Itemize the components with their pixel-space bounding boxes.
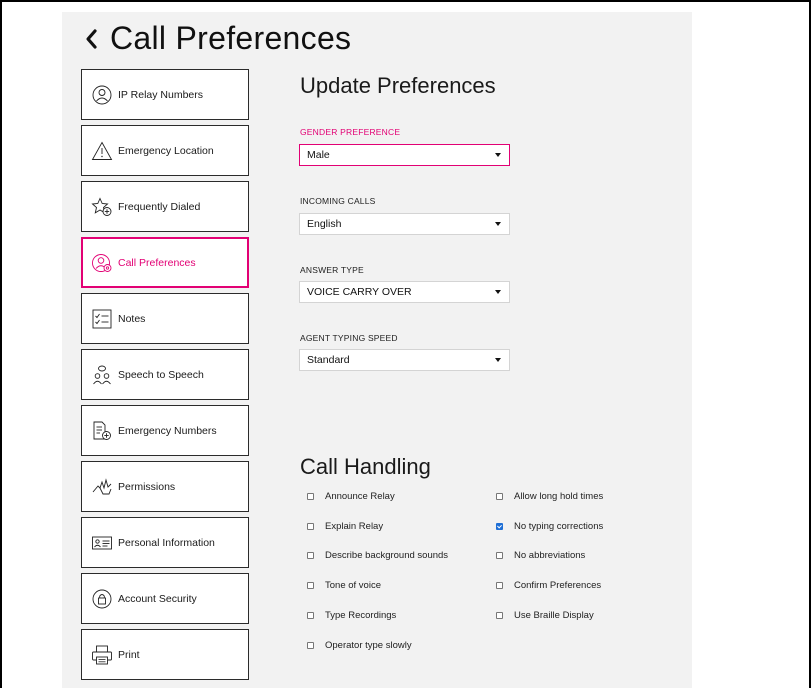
sidebar-item-speech-to-speech[interactable]: Speech to Speech — [81, 349, 249, 400]
checkbox-box[interactable] — [307, 612, 314, 619]
describe-background-sounds-checkbox[interactable]: Describe background sounds — [307, 550, 448, 561]
select-value: English — [307, 218, 342, 230]
checkbox-box[interactable] — [496, 612, 503, 619]
checkbox-label: Describe background sounds — [325, 550, 449, 561]
person-circle-icon — [91, 84, 113, 106]
chevron-down-icon — [495, 222, 501, 226]
gender-preference-select[interactable]: Male — [299, 144, 510, 166]
printer-icon — [91, 644, 113, 666]
call-handling-heading: Call Handling — [300, 454, 431, 479]
lock-circle-icon — [91, 588, 113, 610]
incoming-calls-select[interactable]: English — [299, 213, 510, 235]
no-typing-corrections-checkbox[interactable]: No typing corrections — [496, 521, 603, 532]
checklist-icon — [91, 308, 113, 330]
agent-typing-speed-label: AGENT TYPING SPEED — [300, 333, 398, 343]
chevron-down-icon — [495, 290, 501, 294]
incoming-calls-label: INCOMING CALLS — [300, 196, 376, 206]
select-value: Standard — [307, 354, 350, 366]
answer-type-label: ANSWER TYPE — [300, 265, 364, 275]
checkbox-box-checked[interactable] — [496, 523, 503, 530]
checkbox-label: Confirm Preferences — [514, 580, 602, 591]
checkbox-label: Type Recordings — [325, 610, 397, 621]
chevron-down-icon — [495, 358, 501, 362]
gender-preference-label: GENDER PREFERENCE — [300, 127, 401, 137]
checkbox-label: Allow long hold times — [514, 491, 604, 502]
agent-typing-speed-select[interactable]: Standard — [299, 349, 510, 371]
checkbox-label: No abbreviations — [514, 550, 586, 561]
confirm-preferences-checkbox[interactable]: Confirm Preferences — [496, 580, 601, 591]
operator-type-slowly-checkbox[interactable]: Operator type slowly — [307, 640, 412, 651]
checkbox-box[interactable] — [307, 493, 314, 500]
sidebar-item-notes[interactable]: Notes — [81, 293, 249, 344]
checkbox-label: Use Braille Display — [514, 610, 594, 621]
sidebar-item-call-preferences[interactable]: Call Preferences — [81, 237, 249, 288]
id-card-icon — [91, 532, 113, 554]
sidebar-item-account-security[interactable]: Account Security — [81, 573, 249, 624]
sidebar-item-label: Speech to Speech — [118, 368, 204, 381]
type-recordings-checkbox[interactable]: Type Recordings — [307, 610, 396, 621]
checkbox-box[interactable] — [307, 552, 314, 559]
checkbox-box[interactable] — [307, 642, 314, 649]
sidebar-item-label: IP Relay Numbers — [118, 88, 204, 101]
chevron-down-icon — [495, 153, 501, 157]
checkbox-label: Announce Relay — [325, 491, 395, 502]
allow-long-hold-times-checkbox[interactable]: Allow long hold times — [496, 491, 603, 502]
answer-type-select[interactable]: VOICE CARRY OVER — [299, 281, 510, 303]
use-braille-display-checkbox[interactable]: Use Braille Display — [496, 610, 594, 621]
warning-triangle-icon — [91, 140, 113, 162]
document-plus-icon — [91, 420, 113, 442]
no-abbreviations-checkbox[interactable]: No abbreviations — [496, 550, 585, 561]
person-settings-icon — [91, 252, 113, 274]
hand-permissions-icon — [91, 476, 113, 498]
checkbox-box[interactable] — [307, 523, 314, 530]
star-plus-icon — [91, 196, 113, 218]
sidebar-item-personal-information[interactable]: Personal Information — [81, 517, 249, 568]
sidebar-item-label: Frequently Dialed — [118, 200, 201, 213]
page-title-text: Call Preferences — [110, 20, 352, 56]
select-value: Male — [307, 149, 330, 161]
sidebar-item-emergency-numbers[interactable]: Emergency Numbers — [81, 405, 249, 456]
sidebar-item-print[interactable]: Print — [81, 629, 249, 680]
sidebar-item-label: Emergency Numbers — [118, 424, 217, 437]
sidebar-item-label: Permissions — [118, 480, 176, 493]
checkbox-label: No typing corrections — [514, 521, 604, 532]
sidebar-item-label: Account Security — [118, 592, 197, 605]
checkbox-box[interactable] — [307, 582, 314, 589]
update-preferences-heading: Update Preferences — [300, 73, 496, 98]
people-speech-icon — [91, 364, 113, 386]
tone-of-voice-checkbox[interactable]: Tone of voice — [307, 580, 381, 591]
sidebar-item-emergency-location[interactable]: Emergency Location — [81, 125, 249, 176]
sidebar-item-permissions[interactable]: Permissions — [81, 461, 249, 512]
checkbox-box[interactable] — [496, 552, 503, 559]
sidebar-item-label: Call Preferences — [118, 256, 196, 269]
page-title: Call Preferences — [84, 20, 351, 57]
sidebar-item-ip-relay-numbers[interactable]: IP Relay Numbers — [81, 69, 249, 120]
back-chevron-icon[interactable] — [84, 28, 98, 50]
sidebar-item-label: Print — [118, 648, 140, 661]
explain-relay-checkbox[interactable]: Explain Relay — [307, 521, 383, 532]
checkbox-label: Tone of voice — [325, 580, 381, 591]
sidebar-item-label: Personal Information — [118, 536, 215, 549]
checkbox-box[interactable] — [496, 582, 503, 589]
checkbox-label: Operator type slowly — [325, 640, 412, 651]
sidebar-item-label: Emergency Location — [118, 144, 214, 157]
sidebar-item-label: Notes — [118, 312, 146, 325]
select-value: VOICE CARRY OVER — [307, 286, 412, 298]
checkbox-label: Explain Relay — [325, 521, 384, 532]
checkbox-box[interactable] — [496, 493, 503, 500]
announce-relay-checkbox[interactable]: Announce Relay — [307, 491, 395, 502]
sidebar-item-frequently-dialed[interactable]: Frequently Dialed — [81, 181, 249, 232]
